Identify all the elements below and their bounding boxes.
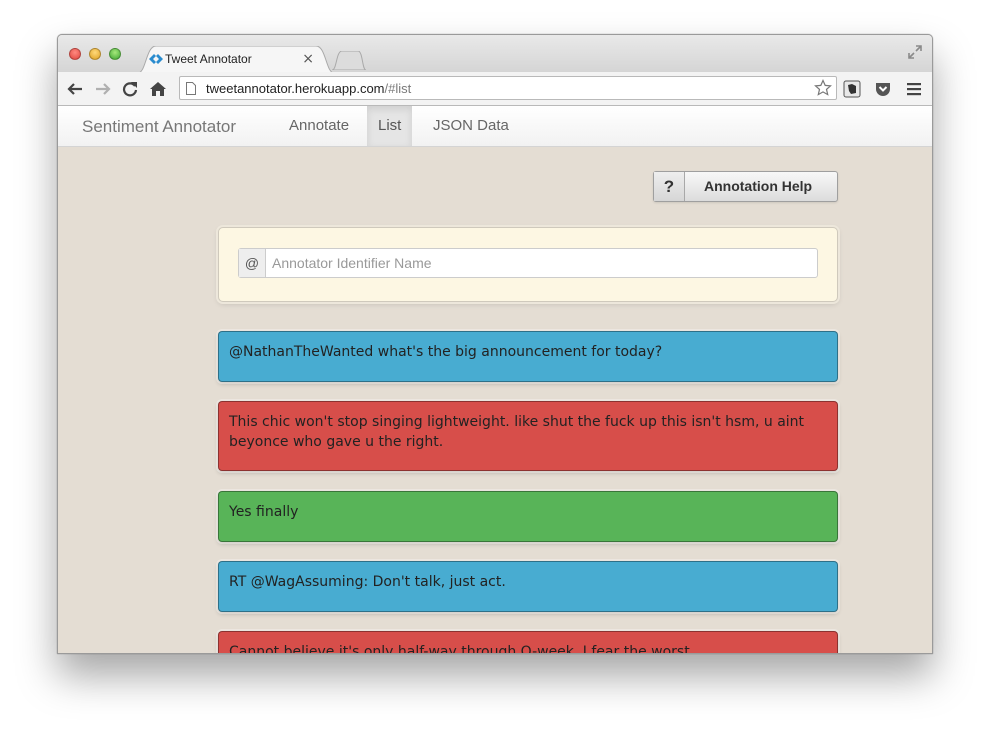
forward-arrow-icon[interactable] [94,80,112,98]
evernote-extension-icon[interactable] [843,80,861,98]
annotator-input-group: @ [238,248,828,278]
url-path: /#list [384,81,412,96]
browser-window: Tweet Annotator × tweetannotator.herokua… [57,34,933,654]
tweet-text: This chic won't stop singing lightweight… [229,414,805,450]
back-arrow-icon[interactable] [66,80,84,98]
brand-title[interactable]: Sentiment Annotator [82,117,236,137]
tweet-item[interactable]: This chic won't stop singing lightweight… [218,401,838,471]
tweet-text: RT @WagAssuming: Don't talk, just act. [229,574,506,590]
tweet-text: Cannot believe it's only half-way throug… [229,644,695,654]
url-text: tweetannotator.herokuapp.com/#list [206,81,411,96]
tweet-item[interactable]: Yes finally [218,491,838,542]
annotation-help-button[interactable]: ? Annotation Help [653,171,838,202]
menu-icon[interactable] [905,80,923,98]
bookmark-star-icon[interactable] [814,79,832,97]
address-bar[interactable]: tweetannotator.herokuapp.com/#list [179,76,837,100]
fullscreen-icon[interactable] [908,45,922,59]
nav-item-json-data[interactable]: JSON Data [422,106,520,146]
tweet-text: @NathanTheWanted what's the big announce… [229,344,663,360]
home-icon[interactable] [149,80,167,98]
tweet-text: Yes finally [229,504,299,520]
annotation-help-label: Annotation Help [704,178,813,194]
url-host: tweetannotator.herokuapp.com [206,81,385,96]
tab-strip: Tweet Annotator × [58,35,932,73]
window-minimize-button[interactable] [89,48,101,60]
tweet-annotator-favicon-icon [149,54,163,64]
annotator-panel: @ [218,227,838,302]
app-navbar: Sentiment Annotator Annotate List JSON D… [58,106,932,147]
nav-item-annotate[interactable]: Annotate [278,106,360,146]
window-close-button[interactable] [69,48,81,60]
browser-toolbar: tweetannotator.herokuapp.com/#list [58,72,932,106]
tab-title: Tweet Annotator [165,52,252,66]
window-maximize-button[interactable] [109,48,121,60]
tweet-item[interactable]: RT @WagAssuming: Don't talk, just act. [218,561,838,612]
new-tab-button[interactable] [332,51,366,70]
at-sign-addon: @ [239,249,266,277]
tweet-item[interactable]: Cannot believe it's only half-way throug… [218,631,838,654]
pocket-extension-icon[interactable] [874,80,892,98]
page-icon [186,82,196,95]
annotator-name-input[interactable] [266,249,828,277]
browser-tab[interactable]: Tweet Annotator × [138,46,334,73]
nav-item-list[interactable]: List [367,106,413,146]
tab-close-icon[interactable]: × [302,51,314,67]
tweet-item[interactable]: @NathanTheWanted what's the big announce… [218,331,838,382]
help-question-icon: ? [654,172,685,201]
reload-icon[interactable] [121,80,139,98]
